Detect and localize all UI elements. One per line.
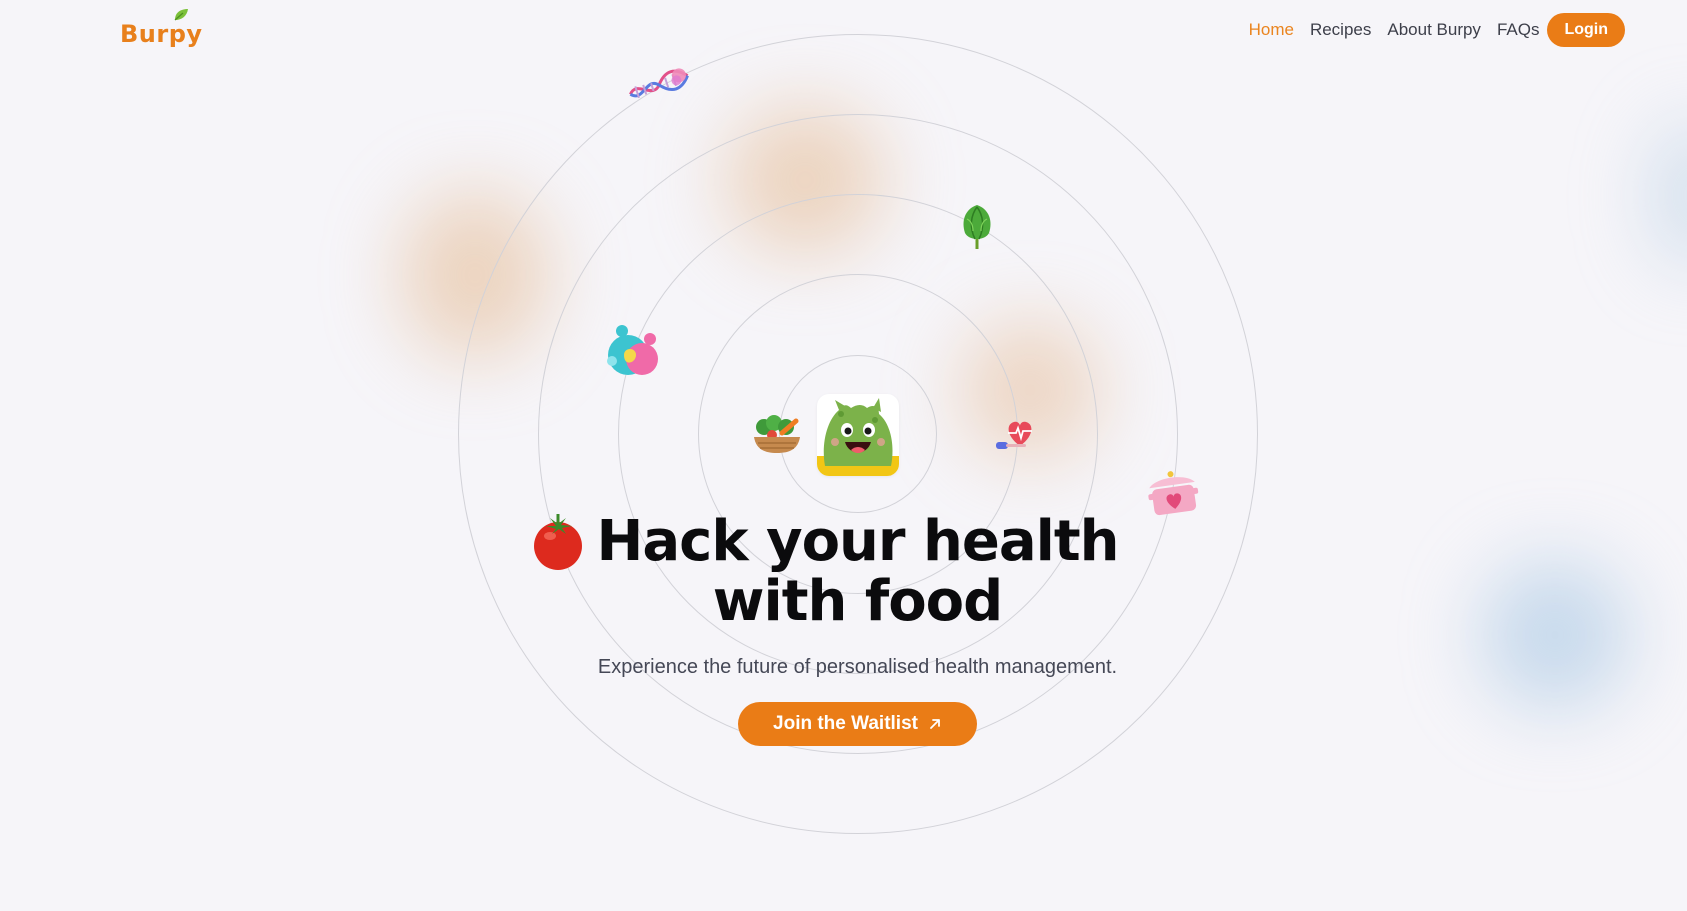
logo-text-end: y <box>186 20 203 48</box>
arrow-up-right-icon <box>930 719 940 729</box>
nav-recipes[interactable]: Recipes <box>1310 20 1371 40</box>
main-nav: Home Recipes About Burpy FAQs Login <box>1249 13 1625 47</box>
burpy-logo[interactable]: Bur p y <box>120 9 203 48</box>
mascot-icon <box>817 394 899 476</box>
logo-leaf-letter: p <box>168 9 188 48</box>
join-waitlist-label: Join the Waitlist <box>773 713 918 734</box>
dna-icon <box>627 68 691 106</box>
login-button[interactable]: Login <box>1547 13 1625 47</box>
logo-text-p: p <box>168 20 187 48</box>
leaf-icon <box>174 9 188 21</box>
veggie-basket-icon <box>752 413 802 459</box>
join-waitlist-button[interactable]: Join the Waitlist <box>738 702 977 746</box>
landing-page: Bur p y Home Recipes About Burpy FAQs Lo… <box>0 0 1687 911</box>
hero-title-line2: with food <box>712 569 1003 634</box>
heart-rate-icon <box>996 416 1038 456</box>
hero-title-line1: Hack your health <box>596 509 1119 574</box>
nav-faqs[interactable]: FAQs <box>1497 20 1540 40</box>
background-blob-blue-edge <box>1650 120 1687 270</box>
hero-title: Hack your health with food <box>0 512 1687 632</box>
logo-text-start: Bur <box>120 20 169 48</box>
nav-home[interactable]: Home <box>1249 20 1294 40</box>
gut-health-icon <box>602 323 662 385</box>
hero-subtitle: Experience the future of personalised he… <box>597 656 1118 678</box>
lettuce-icon <box>957 201 997 255</box>
nav-about-burpy[interactable]: About Burpy <box>1387 20 1481 40</box>
